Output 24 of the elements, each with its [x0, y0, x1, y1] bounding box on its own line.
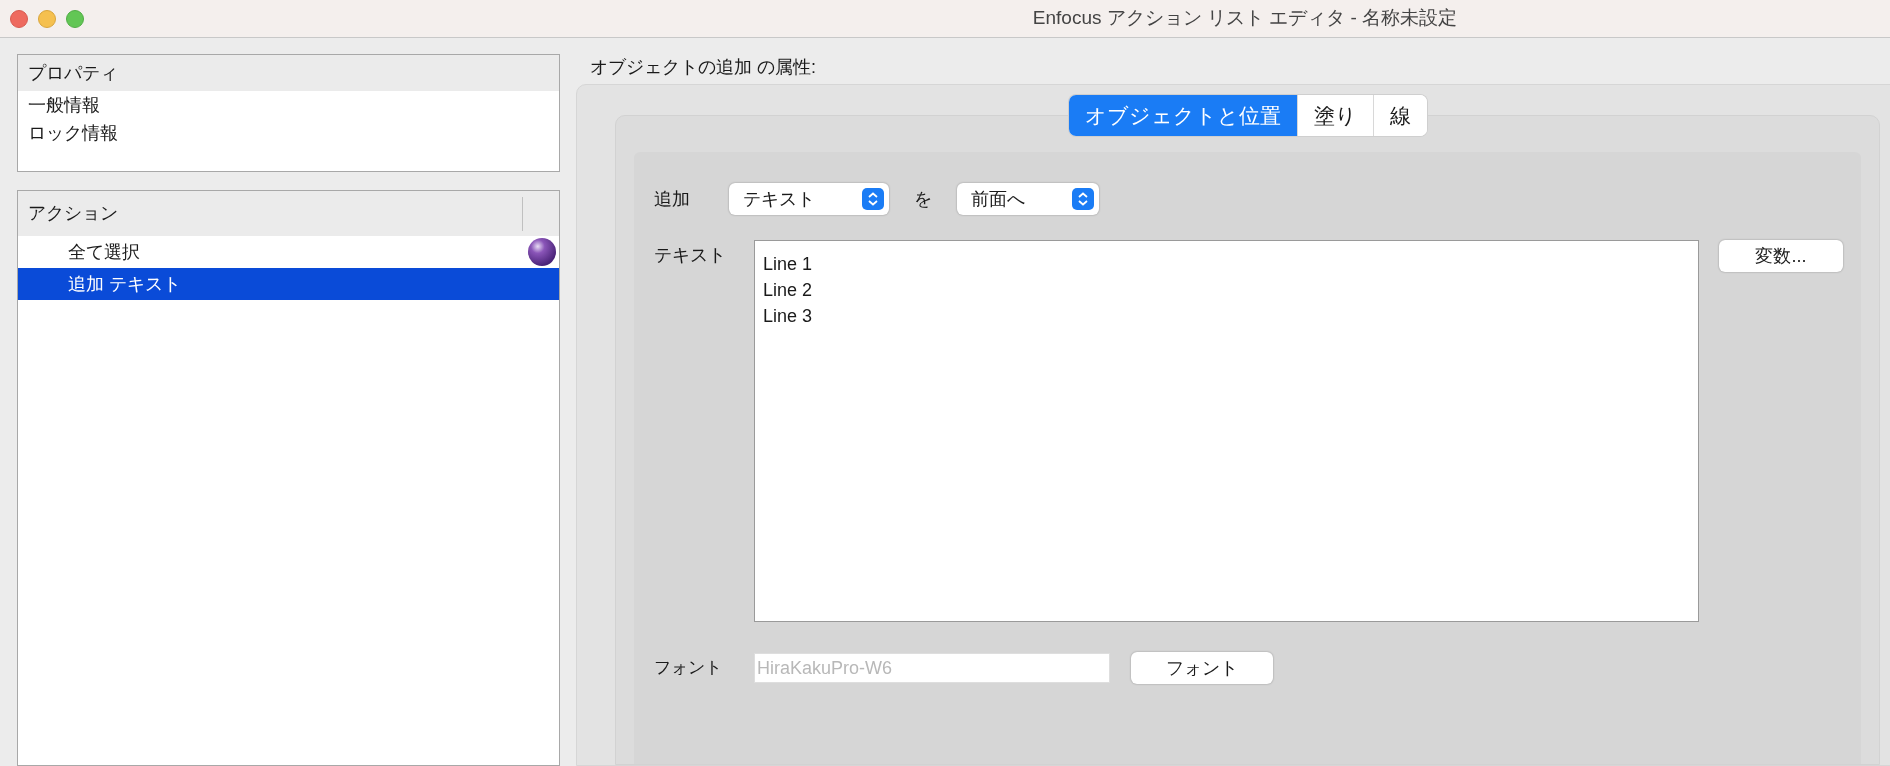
position-select[interactable]: 前面へ: [957, 183, 1099, 215]
list-header: アクション: [27, 202, 119, 225]
stepper-icon: [1072, 188, 1094, 210]
connector-label: を: [913, 187, 933, 211]
tab[interactable]: 線: [1372, 95, 1427, 136]
zoom-button[interactable]: [66, 9, 84, 28]
attributes-title: オブジェクトの追加 の属性:: [589, 56, 817, 79]
action-item[interactable]: 全て選択: [18, 236, 559, 268]
action-item[interactable]: 追加 テキスト: [18, 268, 559, 300]
font-label: フォント: [654, 657, 723, 680]
text-area[interactable]: Line 1 Line 2 Line 3: [754, 240, 1699, 622]
window-title: Enfocus アクション リスト エディタ - 名称未設定: [1031, 6, 1459, 31]
add-label: 追加: [654, 187, 691, 211]
stepper-icon: [862, 188, 884, 210]
sphere-icon: [527, 237, 557, 267]
object-select[interactable]: テキスト: [729, 183, 889, 215]
list-item[interactable]: 一般情報: [18, 91, 559, 119]
close-button[interactable]: [10, 9, 28, 28]
minimize-button[interactable]: [38, 9, 56, 28]
tab[interactable]: オブジェクトと位置: [1068, 95, 1297, 136]
list-header: プロパティ: [18, 55, 559, 91]
text-label: テキスト: [654, 244, 727, 267]
list-item[interactable]: ロック情報: [18, 119, 559, 147]
variables-button[interactable]: 変数...: [1719, 240, 1843, 272]
